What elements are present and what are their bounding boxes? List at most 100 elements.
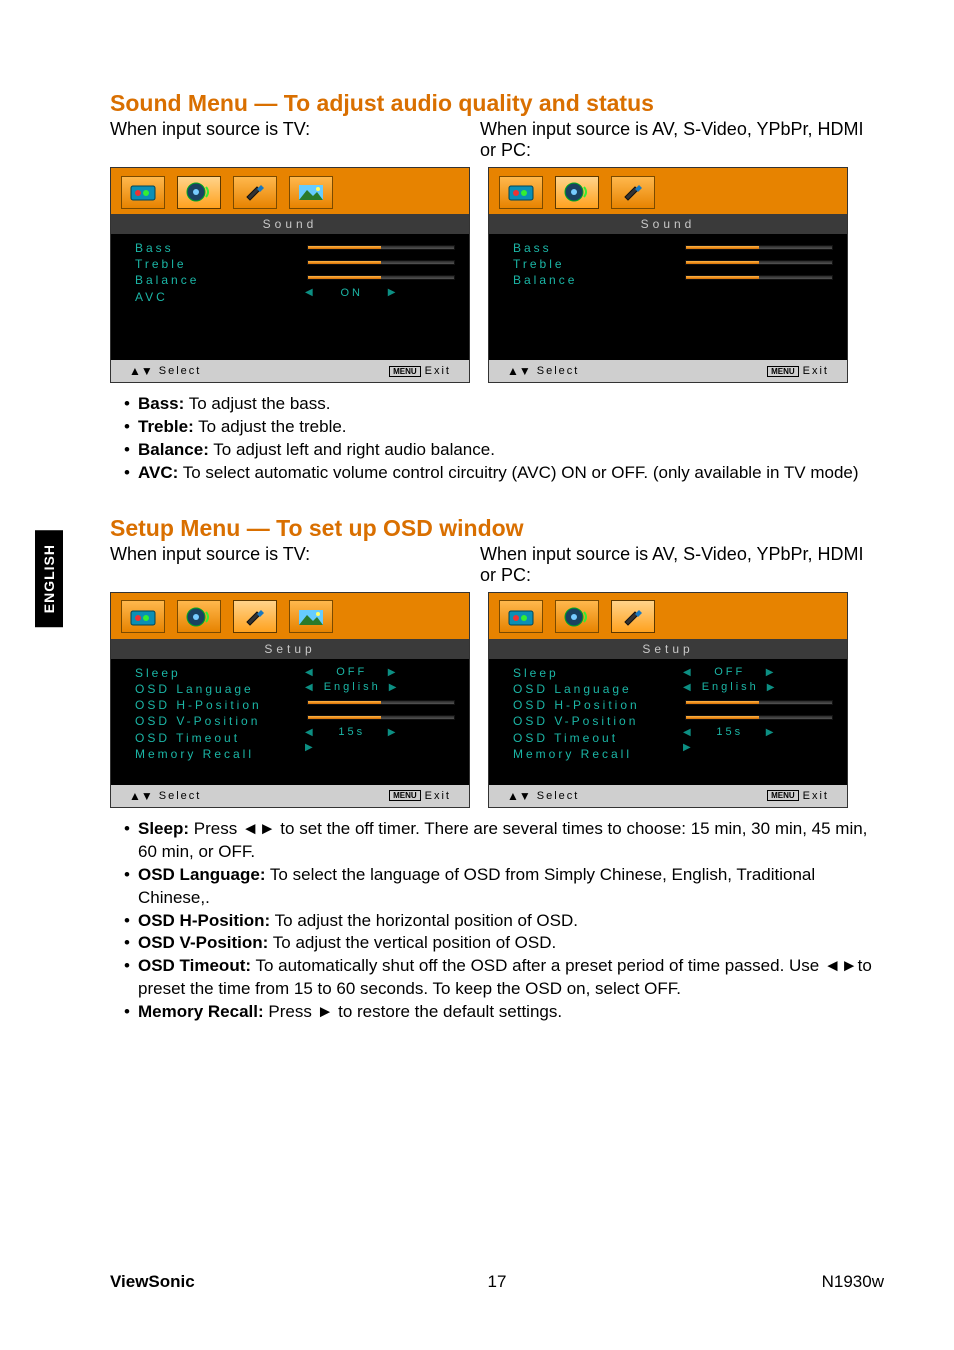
select-label: Select [159,365,202,377]
bullet-text: Press ► to restore the default settings. [264,1002,562,1021]
osd-title: Setup [111,639,469,659]
lang-value: English [702,680,759,695]
label-osd-language: OSD Language [135,681,295,697]
sound-bullets: Bass: To adjust the bass. Treble: To adj… [124,393,884,485]
tab-speaker-icon [177,176,221,209]
lang-value-row: ◀English▶ [683,680,835,695]
label-treble: Treble [135,256,295,272]
menu-button-label: MENU [389,790,421,801]
bullet-label: Sleep: [138,819,189,838]
label-memory-recall: Memory Recall [135,746,295,762]
sleep-value-row: ◀OFF▶ [683,665,835,680]
tab-speaker-icon [177,600,221,633]
label-osd-timeout: OSD Timeout [135,730,295,746]
bullet-label: OSD H-Position: [138,911,270,930]
setup-osd-tv: Setup Sleep OSD Language OSD H-Position … [110,592,470,808]
timeout-value-row: ◀15s▶ [305,725,457,740]
label-osd-vpos: OSD V-Position [135,713,295,729]
bullet-text: To adjust left and right audio balance. [209,440,495,459]
tab-video-icon [499,176,543,209]
label-balance: Balance [135,272,295,288]
label-sleep: Sleep [513,665,673,681]
sleep-value: OFF [324,665,380,680]
bullet-label: OSD Timeout: [138,956,251,975]
osd-title: Sound [111,214,469,234]
updown-icon: ▲▼ [507,364,531,378]
label-treble: Treble [513,256,673,272]
footer-brand: ViewSonic [110,1272,195,1292]
label-memory-recall: Memory Recall [513,746,673,762]
osd-title: Sound [489,214,847,234]
bullet-text: To adjust the bass. [184,394,330,413]
menu-button-label: MENU [389,366,421,377]
setup-intro-left: When input source is TV: [110,544,480,586]
updown-icon: ▲▼ [507,789,531,803]
footer-model: N1930w [822,1272,884,1292]
label-bass: Bass [135,240,295,256]
setup-labels: Sleep OSD Language OSD H-Position OSD V-… [513,665,673,779]
sound-heading: Sound Menu — To adjust audio quality and… [110,90,884,117]
bullet-text: To select automatic volume control circu… [178,463,858,482]
vpos-slider [683,710,835,725]
timeout-value: 15s [702,725,758,740]
label-balance: Balance [513,272,673,288]
tab-speaker-icon [555,176,599,209]
bullet-text: To adjust the horizontal position of OSD… [270,911,578,930]
language-tab: ENGLISH [35,530,63,627]
setup-osd-av: Setup Sleep OSD Language OSD H-Position … [488,592,848,808]
avc-row: ◀ON▶ [305,285,457,300]
select-label: Select [537,790,580,802]
label-osd-timeout: OSD Timeout [513,730,673,746]
tab-image-icon [289,600,333,633]
sound-osd-av: Sound Bass Treble Balance ▲▼Select MENUE… [488,167,848,383]
bullet-text: Press ◄► to set the off timer. There are… [138,819,867,861]
footer-page: 17 [488,1272,507,1292]
sleep-value: OFF [702,665,758,680]
label-sleep: Sleep [135,665,295,681]
tab-speaker-icon [555,600,599,633]
bullet-label: Balance: [138,440,209,459]
exit-label: Exit [425,365,451,377]
avc-value: ON [324,287,380,299]
bullet-label: Bass: [138,394,184,413]
tab-tools-icon [611,176,655,209]
updown-icon: ▲▼ [129,789,153,803]
label-bass: Bass [513,240,673,256]
timeout-value-row: ◀15s▶ [683,725,835,740]
exit-label: Exit [425,790,451,802]
label-osd-hpos: OSD H-Position [513,697,673,713]
bullet-label: Treble: [138,417,194,436]
treble-slider [305,255,457,270]
sound-intro-left: When input source is TV: [110,119,480,161]
label-osd-language: OSD Language [513,681,673,697]
bullet-label: OSD Language: [138,865,266,884]
tab-image-icon [289,176,333,209]
sound-labels: Bass Treble Balance [513,240,673,354]
select-label: Select [537,365,580,377]
label-osd-vpos: OSD V-Position [513,713,673,729]
bullet-label: Memory Recall: [138,1002,264,1021]
setup-intro-right: When input source is AV, S-Video, YPbPr,… [480,544,884,586]
recall-row: ▶ [305,740,457,755]
lang-value: English [324,680,381,695]
lang-value-row: ◀English▶ [305,680,457,695]
bullet-text: To adjust the vertical position of OSD. [268,933,556,952]
bullet-text: To adjust the treble. [194,417,347,436]
sound-intro-right: When input source is AV, S-Video, YPbPr,… [480,119,884,161]
tab-tools-icon [611,600,655,633]
tab-video-icon [499,600,543,633]
setup-heading: Setup Menu — To set up OSD window [110,515,884,542]
tab-video-icon [121,600,165,633]
tab-tools-icon [233,176,277,209]
vpos-slider [305,710,457,725]
balance-slider [683,270,835,285]
timeout-value: 15s [324,725,380,740]
setup-bullets: Sleep: Press ◄► to set the off timer. Th… [124,818,884,1024]
bass-slider [683,240,835,255]
label-osd-hpos: OSD H-Position [135,697,295,713]
bullet-label: AVC: [138,463,178,482]
treble-slider [683,255,835,270]
label-avc: AVC [135,289,295,305]
select-label: Select [159,790,202,802]
exit-label: Exit [803,790,829,802]
